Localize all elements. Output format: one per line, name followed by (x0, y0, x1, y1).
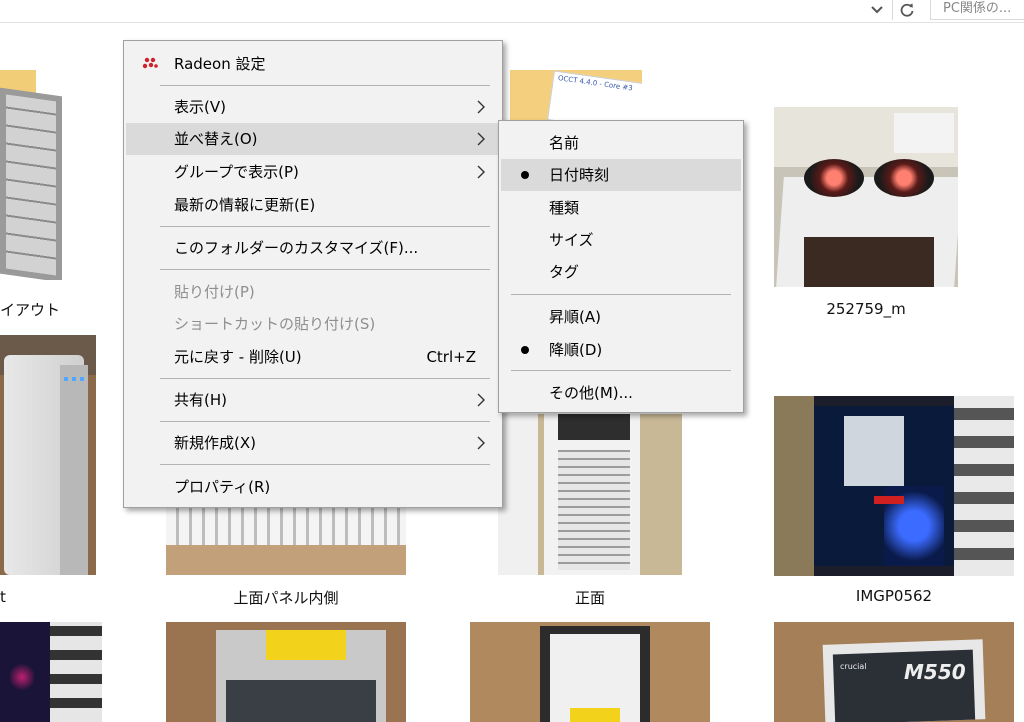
radio-dot-icon (521, 171, 529, 179)
menu-separator (511, 294, 731, 295)
menu-item-customize[interactable]: このフォルダーのカスタマイズ(F)... (126, 232, 500, 264)
caption-top-panel: 上面パネル内側 (233, 589, 339, 607)
image-thumbnail-top-panel[interactable] (166, 505, 406, 575)
sort-option-date[interactable]: 日付時刻 (501, 159, 741, 191)
sort-order-descending[interactable]: 降順(D) (501, 334, 741, 366)
chevron-right-icon (477, 165, 485, 179)
chevron-right-icon (477, 100, 485, 114)
context-menu: Radeon 設定 表示(V) 並べ替え(O) グループで表示(P) 最新の情報… (123, 40, 503, 508)
menu-item-label: 元に戻す - 削除(U) (174, 348, 302, 366)
menu-item-label: 降順(D) (549, 341, 603, 359)
image-thumbnail-bottom-3[interactable] (470, 622, 710, 722)
menu-item-label: 表示(V) (174, 98, 226, 116)
caption-left-fragment: t (0, 588, 6, 606)
chevron-right-icon (477, 393, 485, 407)
menu-item-label: サイズ (549, 231, 594, 249)
menu-separator (511, 370, 731, 371)
menu-item-paste-shortcut[interactable]: ショートカットの貼り付け(S) (126, 308, 500, 340)
menu-separator (160, 269, 490, 270)
image-thumbnail-252759[interactable] (774, 107, 958, 287)
caption-imgp0562: IMGP0562 (855, 587, 933, 605)
menu-item-label: 共有(H) (174, 391, 227, 409)
caption-252759: 252759_m (826, 300, 906, 318)
menu-item-label: タグ (549, 263, 580, 281)
ssd-brand-text: crucial (840, 662, 867, 671)
menu-item-label: ショートカットの貼り付け(S) (174, 315, 376, 333)
menu-item-group[interactable]: グループで表示(P) (126, 156, 500, 188)
menu-item-refresh[interactable]: 最新の情報に更新(E) (126, 189, 500, 221)
image-thumbnail-bottom-1[interactable] (0, 622, 102, 722)
radio-dot-icon (521, 346, 529, 354)
menu-separator (160, 85, 490, 86)
sort-order-ascending[interactable]: 昇順(A) (501, 301, 741, 333)
menu-separator (160, 464, 490, 465)
image-thumbnail-white-case[interactable] (0, 335, 96, 575)
radeon-icon (142, 57, 158, 69)
sort-option-tags[interactable]: タグ (501, 256, 741, 288)
sort-option-more[interactable]: その他(M)... (501, 377, 741, 409)
menu-separator (160, 226, 490, 227)
menu-separator (160, 421, 490, 422)
ssd-model-text: M550 (904, 660, 966, 684)
menu-item-label: プロパティ(R) (174, 478, 271, 496)
menu-item-label: 貼り付け(P) (174, 283, 255, 301)
caption-layout: イアウト (0, 301, 61, 319)
image-thumbnail-front[interactable] (498, 414, 682, 575)
menu-item-new[interactable]: 新規作成(X) (126, 427, 500, 459)
menu-item-label: グループで表示(P) (174, 163, 299, 181)
folder-thumbnail-keyboard[interactable] (0, 70, 64, 280)
menu-item-label: 種類 (549, 199, 580, 217)
search-input[interactable]: PC関係の... (930, 0, 1024, 20)
menu-item-sort[interactable]: 並べ替え(O) (126, 123, 500, 155)
menu-item-label: 並べ替え(O) (174, 130, 258, 148)
caption-front: 正面 (574, 589, 605, 607)
sort-option-name[interactable]: 名前 (501, 127, 741, 159)
sort-option-type[interactable]: 種類 (501, 192, 741, 224)
menu-separator (160, 378, 490, 379)
shortcut-label: Ctrl+Z (426, 348, 476, 366)
menu-item-label: このフォルダーのカスタマイズ(F)... (174, 239, 419, 257)
chevron-right-icon (477, 132, 485, 146)
chevron-right-icon (477, 436, 485, 450)
menu-item-share[interactable]: 共有(H) (126, 384, 500, 416)
menu-item-properties[interactable]: プロパティ(R) (126, 471, 500, 503)
chevron-down-icon[interactable] (864, 0, 890, 20)
refresh-icon[interactable] (892, 0, 921, 20)
menu-item-paste[interactable]: 貼り付け(P) (126, 276, 500, 308)
menu-item-label: Radeon 設定 (174, 55, 266, 73)
sort-submenu: 名前 日付時刻 種類 サイズ タグ 昇順(A) 降順(D) その他(M)... (498, 120, 744, 413)
sort-option-size[interactable]: サイズ (501, 224, 741, 256)
menu-item-radeon[interactable]: Radeon 設定 (126, 48, 500, 80)
menu-item-view[interactable]: 表示(V) (126, 91, 500, 123)
menu-item-label: 最新の情報に更新(E) (174, 196, 316, 214)
menu-item-label: 昇順(A) (549, 308, 601, 326)
image-thumbnail-bottom-2[interactable] (166, 622, 406, 722)
menu-item-label: 新規作成(X) (174, 434, 256, 452)
menu-item-label: 日付時刻 (549, 166, 610, 184)
image-thumbnail-imgp0562[interactable] (774, 396, 1014, 576)
menu-item-undo[interactable]: 元に戻す - 削除(U) Ctrl+Z (126, 341, 500, 373)
folder-thumbnail-occt[interactable]: OCCT 4.4.0 - Core #3 (510, 70, 642, 122)
image-thumbnail-bottom-ssd[interactable]: crucial M550 (774, 622, 1014, 722)
menu-item-label: その他(M)... (549, 384, 633, 402)
menu-item-label: 名前 (549, 134, 580, 152)
